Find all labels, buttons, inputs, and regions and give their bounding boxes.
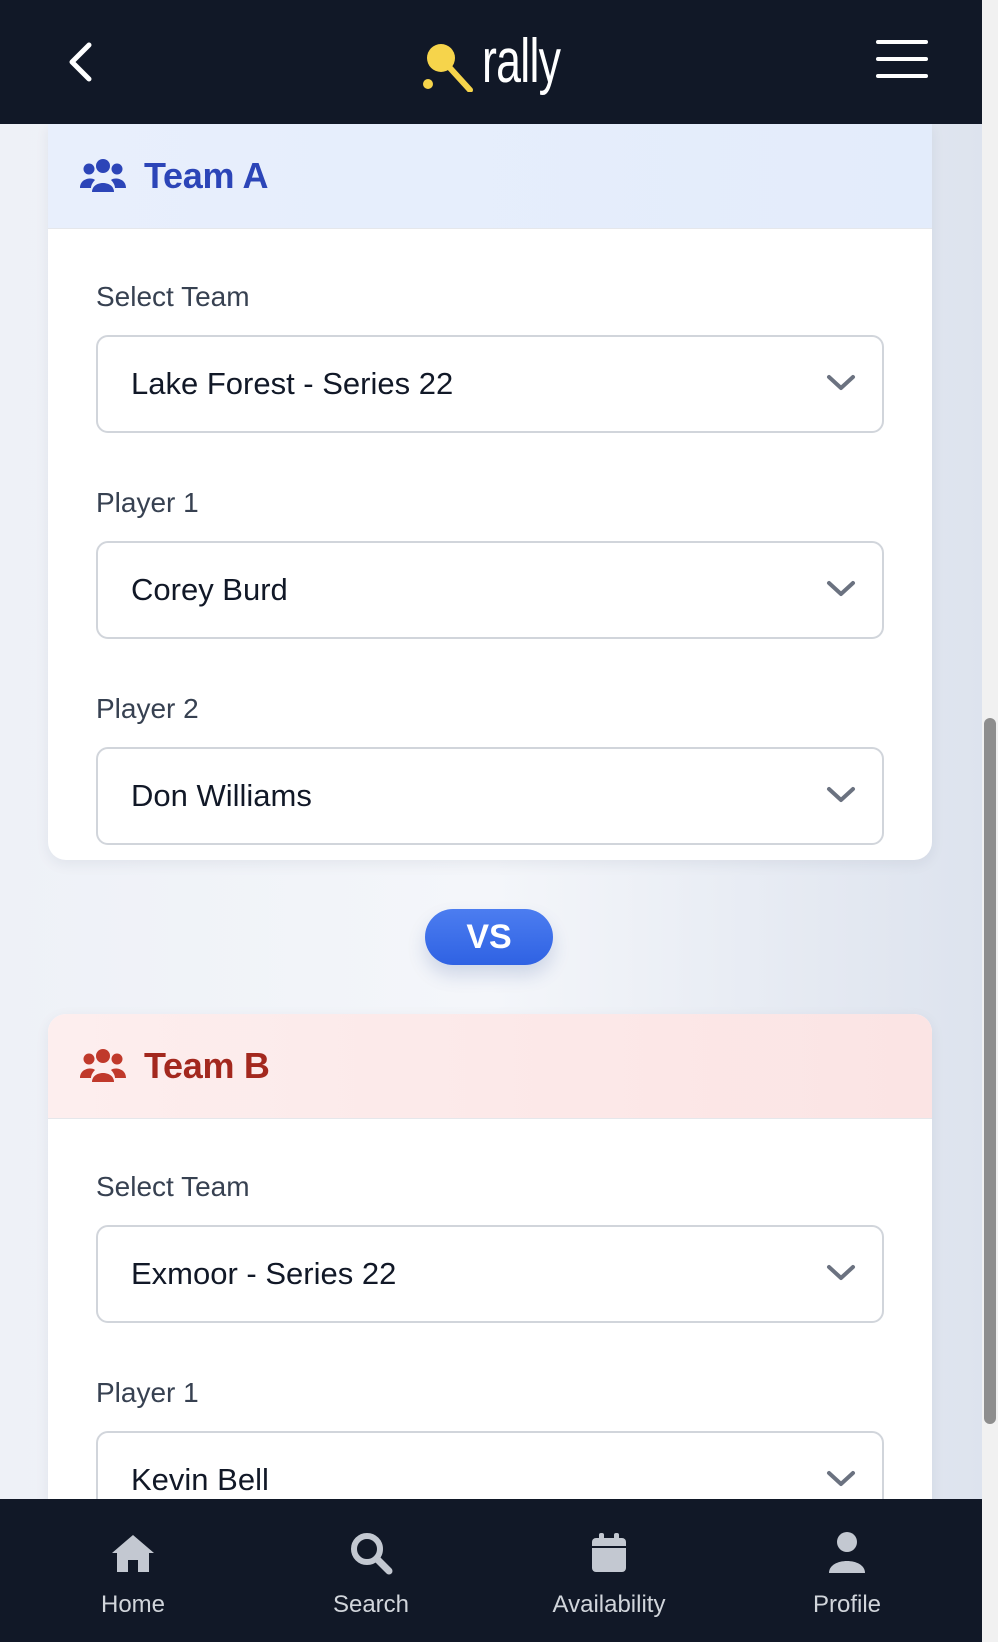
chevron-down-icon [827,787,855,802]
main-content: Team A Select Team Lake Forest - Series … [0,124,982,1534]
menu-line [876,57,928,61]
team-a-header: Team A [48,124,932,229]
logo-wordmark: rally [482,27,561,96]
menu-line [876,40,928,44]
rally-logo[interactable]: rally [420,22,591,102]
vs-badge: VS [425,909,553,965]
nav-availability[interactable]: Availability [490,1499,728,1642]
chevron-left-icon [69,42,92,82]
select-team-label: Select Team [96,1171,250,1202]
nav-label: Profile [812,1591,882,1618]
top-nav-bar: rally [0,0,982,124]
select-value: Lake Forest - Series 22 [131,366,454,401]
team-a-player-1-select[interactable]: Corey Burd [96,541,884,639]
select-team-label: Select Team [96,281,250,312]
nav-label: Search [332,1591,410,1618]
chevron-down-icon [827,375,855,390]
home-icon [112,1535,154,1572]
nav-search[interactable]: Search [252,1499,490,1642]
menu-line [876,74,928,78]
app-viewport: rally Team A Select Team Lake Forest - S… [0,0,982,1642]
player-1-label: Player 1 [96,1377,199,1408]
bottom-nav-bar: Home Search Availability Profile [0,1499,982,1642]
chevron-down-icon [827,1265,855,1280]
user-icon [829,1532,865,1573]
calendar-icon [592,1533,626,1572]
back-button[interactable] [58,36,102,88]
nav-label: Home [100,1591,166,1618]
team-a-player-2-select[interactable]: Don Williams [96,747,884,845]
users-icon [80,1049,126,1082]
team-a-card: Team A Select Team Lake Forest - Series … [48,124,932,860]
team-a-team-select[interactable]: Lake Forest - Series 22 [96,335,884,433]
select-value: Don Williams [131,778,312,813]
hamburger-menu-button[interactable] [876,40,928,82]
nav-label: Availability [552,1591,666,1618]
team-b-team-select[interactable]: Exmoor - Series 22 [96,1225,884,1323]
select-value: Kevin Bell [131,1462,269,1497]
chevron-down-icon [827,1471,855,1486]
team-a-title: Team A [144,155,269,196]
nav-home[interactable]: Home [14,1499,252,1642]
team-b-form: Select Team Exmoor - Series 22 Player 1 … [48,1119,932,1529]
team-a-form: Select Team Lake Forest - Series 22 Play… [48,229,932,845]
team-b-title: Team B [144,1045,270,1086]
player-2-label: Player 2 [96,693,199,724]
team-b-card: Team B Select Team Exmoor - Series 22 Pl… [48,1014,932,1534]
paddle-ball-icon [423,44,473,92]
scrollbar-thumb[interactable] [984,718,996,1424]
select-value: Exmoor - Series 22 [131,1256,397,1291]
chevron-down-icon [827,581,855,596]
search-icon [351,1533,393,1575]
player-1-label: Player 1 [96,487,199,518]
users-icon [80,159,126,192]
team-b-header: Team B [48,1014,932,1119]
nav-profile[interactable]: Profile [728,1499,966,1642]
select-value: Corey Burd [131,572,288,607]
